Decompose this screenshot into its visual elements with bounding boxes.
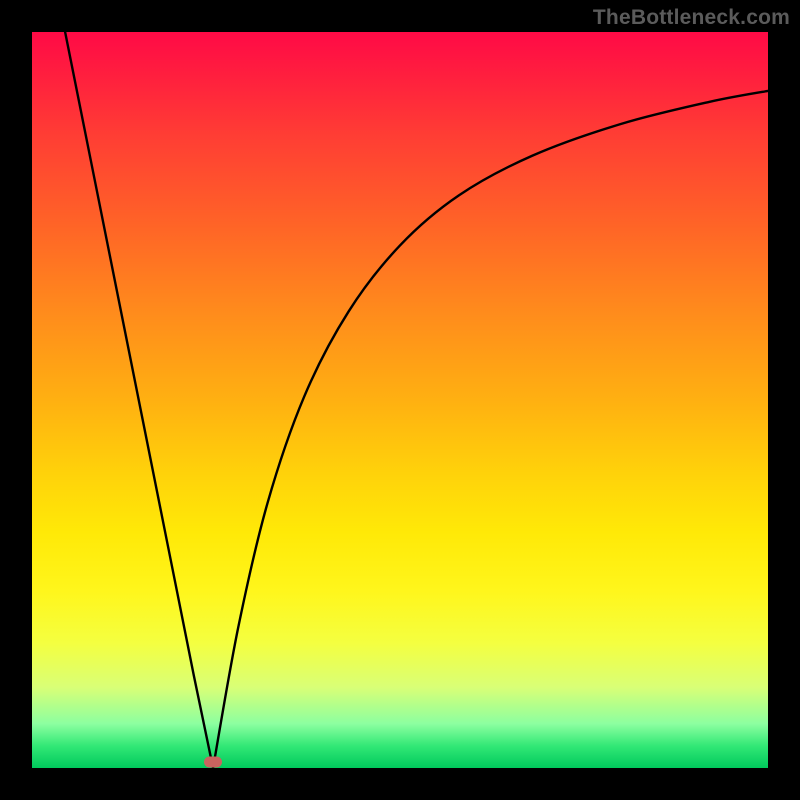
chart-container: TheBottleneck.com: [0, 0, 800, 800]
bottleneck-curve: [65, 32, 768, 768]
minimum-marker: [204, 757, 222, 768]
watermark-text: TheBottleneck.com: [593, 6, 790, 30]
curve-svg: [32, 32, 768, 768]
plot-area: [32, 32, 768, 768]
